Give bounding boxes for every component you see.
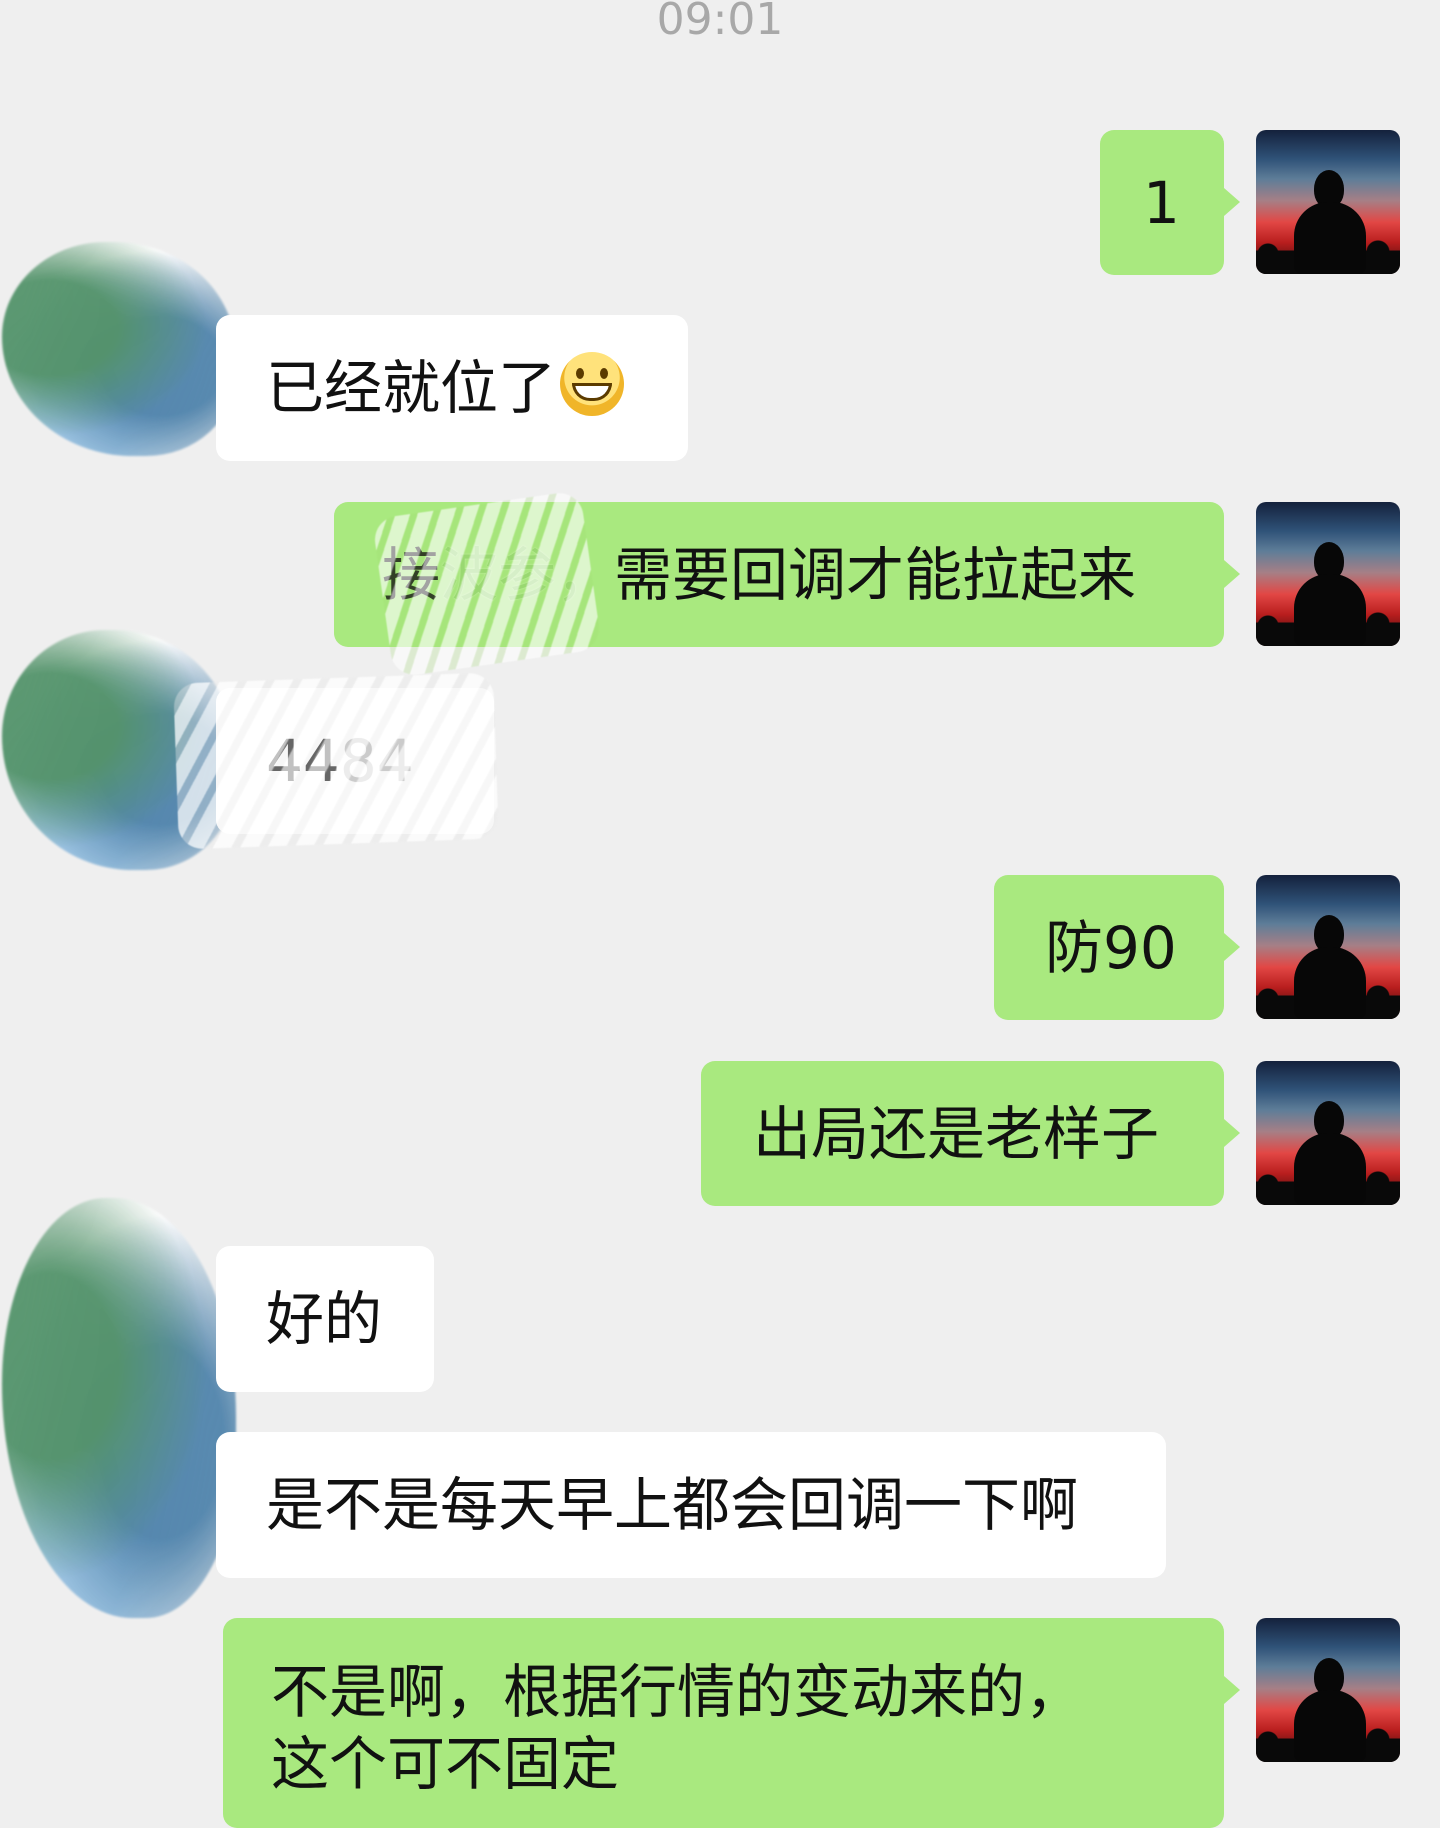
message-text-4-part-a: 44 [266,727,340,795]
avatar-sender-5[interactable] [1256,1618,1400,1762]
avatar-incoming-1[interactable] [2,242,236,456]
message-text-3-part-d: 需要回调才能拉起来 [614,541,1137,609]
message-text-4: 4484 [266,725,414,797]
message-bubble-outgoing-9[interactable]: 不是啊，根据行情的变动来的， 这个可不固定 [223,1618,1240,1828]
message-text-6: 出局还是老样子 [753,1100,1160,1168]
message-bubble-incoming-8[interactable]: 是不是每天早上都会回调一下啊 [216,1432,1166,1578]
message-text-5: 防90 [1045,914,1177,982]
avatar-sender-3[interactable] [1256,875,1400,1019]
avatar-incoming-2[interactable] [2,630,236,870]
avatar-sender-2[interactable] [1256,502,1400,646]
message-text-8: 是不是每天早上都会回调一下啊 [266,1471,1079,1539]
message-bubble-incoming-4[interactable]: 4484 [173,672,499,850]
message-bubble-outgoing-1[interactable]: 1 [1100,130,1240,275]
message-text-9: 不是啊，根据行情的变动来的， 这个可不固定 [271,1656,1171,1800]
message-text-7: 好的 [266,1285,383,1353]
message-text-9-line-2: 这个可不固定 [271,1730,620,1798]
message-text-3-part-c: 参， [498,541,615,609]
message-text-2-label: 已经就位了 [266,354,557,422]
message-bubble-outgoing-3[interactable]: 接波参，需要回调才能拉起来 [334,490,1240,678]
message-text-9-line-1: 不是啊，根据行情的变动来的， [271,1658,1084,1726]
grinning-face-emoji-icon [560,352,625,416]
message-bubble-outgoing-5[interactable]: 防90 [994,875,1240,1020]
avatar-sender-4[interactable] [1256,1061,1400,1205]
message-text-3-part-a: 接 [382,541,441,609]
message-text-4-part-b: 84 [339,727,414,795]
message-bubble-outgoing-6[interactable]: 出局还是老样子 [701,1061,1240,1206]
message-text-1: 1 [1143,169,1180,237]
message-text-3-part-b: 波 [440,541,499,609]
avatar-incoming-3[interactable] [2,1198,236,1618]
message-text-2: 已经就位了 [266,352,625,424]
message-timestamp: 09:01 [656,0,784,45]
message-bubble-incoming-2[interactable]: 已经就位了 [216,315,688,461]
avatar-sender-1[interactable] [1256,130,1400,274]
message-bubble-incoming-7[interactable]: 好的 [216,1246,434,1392]
message-text-3: 接波参，需要回调才能拉起来 [382,539,1136,611]
